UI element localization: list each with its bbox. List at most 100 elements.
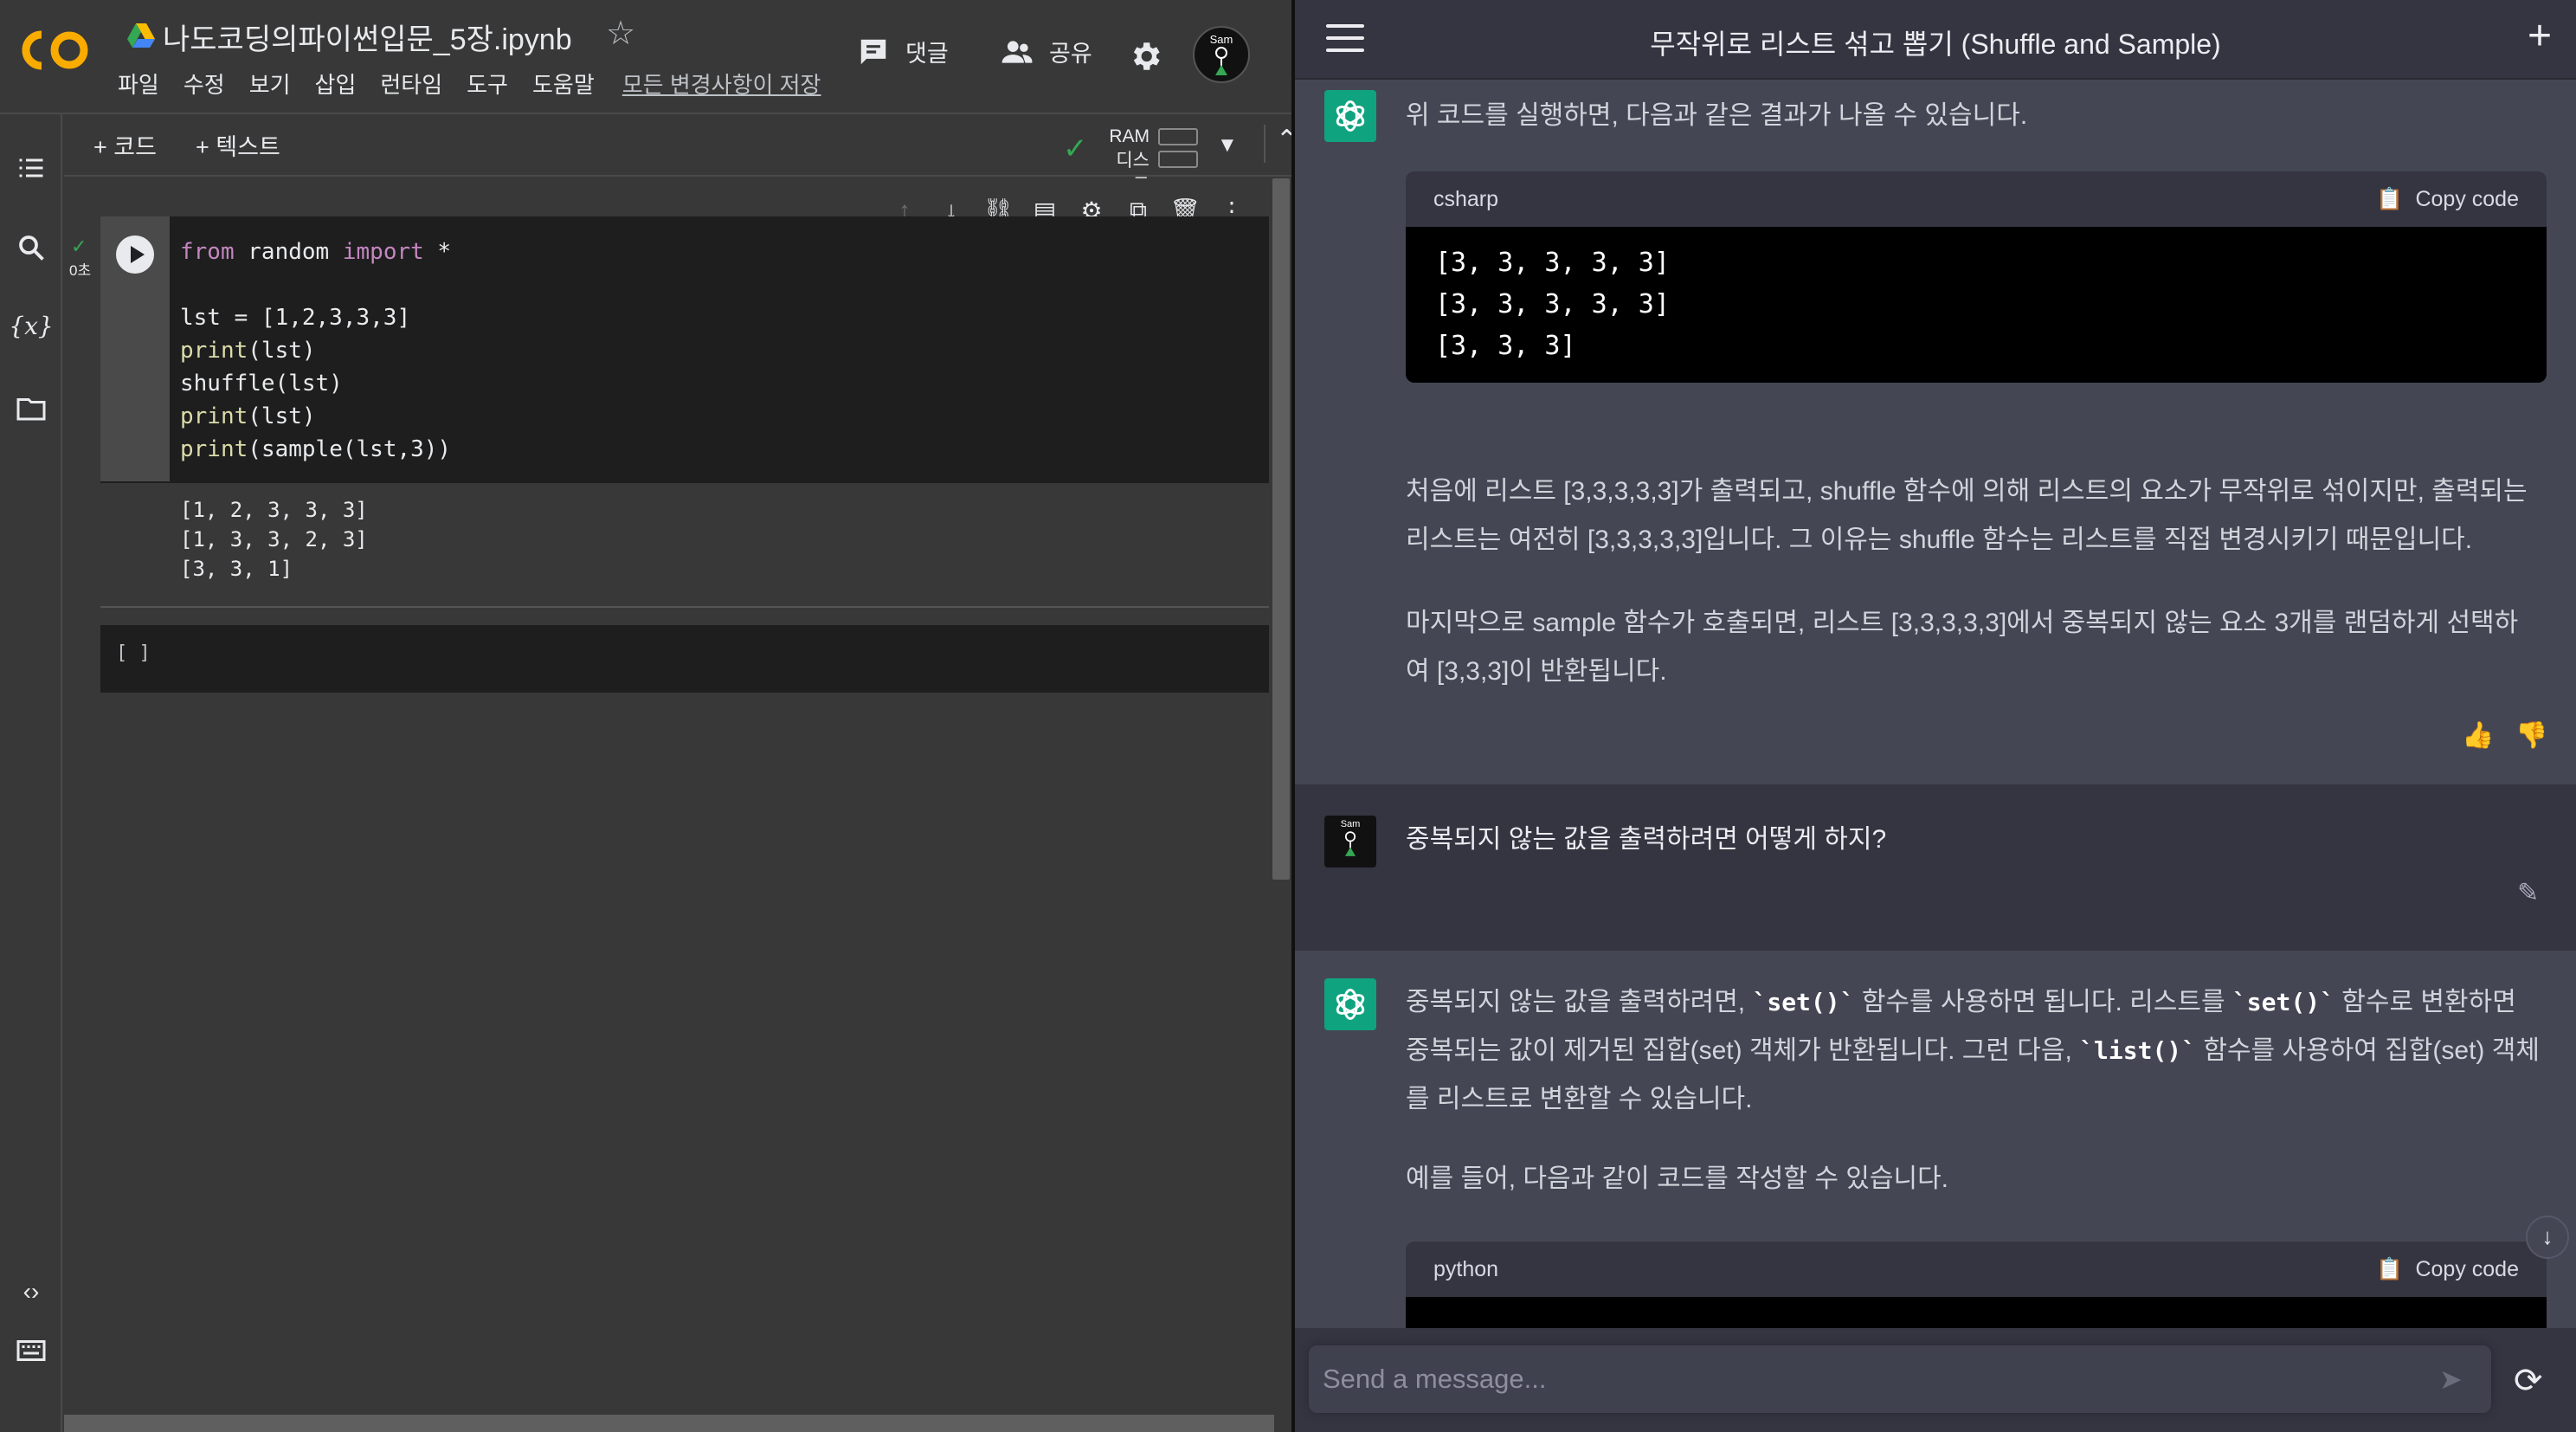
regenerate-icon[interactable]: ⟳ — [2514, 1361, 2543, 1401]
assistant-message: 중복되지 않는 값을 출력하려면, `set()` 함수를 사용하면 됩니다. … — [1295, 951, 2576, 1349]
resource-monitor[interactable]: ✓ RAM 디스크 ▼ — [1063, 123, 1245, 195]
empty-code-cell[interactable]: [ ] — [100, 625, 1269, 693]
notebook-vertical-scrollbar[interactable] — [1272, 178, 1290, 880]
avatar-label: Sam — [1209, 33, 1233, 46]
assistant-message: 위 코드를 실행하면, 다음과 같은 결과가 나올 수 있습니다. csharp… — [1295, 80, 2576, 784]
runtime-dropdown-icon[interactable]: ▼ — [1217, 133, 1238, 158]
save-status-link[interactable]: 모든 변경사항이 저장 — [622, 68, 821, 100]
code-token: (lst,3)) — [342, 436, 452, 462]
output-line: [1, 3, 3, 2, 3] — [180, 527, 368, 552]
variables-icon[interactable]: {x} — [9, 308, 53, 343]
chatgpt-logo-icon — [1324, 90, 1376, 142]
disk-usage-bar — [1158, 151, 1198, 168]
output-text: [1, 2, 3, 3, 3] [1, 3, 3, 2, 3] [3, 3, 1… — [180, 495, 368, 584]
google-drive-icon[interactable] — [126, 21, 156, 50]
menu-runtime[interactable]: 런타임 — [380, 68, 442, 100]
text-run: 함수를 사용하면 됩니다. 리스트를 — [1854, 988, 2232, 1016]
comment-button[interactable]: 댓글 — [857, 35, 949, 68]
message-input[interactable] — [1323, 1359, 2405, 1399]
code-token: random — [234, 239, 343, 265]
assistant-text: 처음에 리스트 [3,3,3,3,3]가 출력되고, shuffle 함수에 의… — [1406, 477, 2528, 554]
menu-help[interactable]: 도움말 — [532, 68, 595, 100]
code-token: sample — [261, 436, 343, 462]
ram-usage-bar — [1158, 128, 1198, 145]
assistant-text: 마지막으로 sample 함수가 호출되면, 리스트 [3,3,3,3,3]에서… — [1406, 609, 2519, 686]
scroll-to-bottom-button[interactable]: ↓ — [2526, 1216, 2569, 1259]
thumbs-up-icon[interactable]: 👍 — [2462, 720, 2494, 751]
code-language-label: csharp — [1433, 186, 1499, 211]
chatgpt-window: 무작위로 리스트 섞고 뽑기 (Shuffle and Sample) + 위 … — [1295, 0, 2576, 1432]
user-avatar[interactable]: Sam — [1193, 26, 1250, 83]
code-token: print — [180, 338, 248, 364]
share-button[interactable]: 공유 — [1001, 35, 1092, 68]
code-token: from — [180, 239, 235, 265]
colab-header: 나도코딩의파이썬입문_5장.ipynb ☆ 파일 수정 보기 삽입 런타임 도구… — [0, 0, 1291, 114]
copy-code-label: Copy code — [2415, 186, 2519, 211]
code-block-body: [3, 3, 3, 3, 3] [3, 3, 3, 3, 3] [3, 3, 3… — [1406, 227, 2547, 383]
comment-icon — [860, 39, 886, 64]
collapse-header-icon[interactable]: ⌃ — [1264, 125, 1291, 163]
user-avatar-label: Sam — [1340, 819, 1361, 829]
cell-output: [1, 2, 3, 3, 3] [1, 3, 3, 2, 3] [3, 3, 1… — [100, 483, 1269, 608]
code-line: shuffle(lst) — [180, 371, 343, 397]
message-composer: ➤ ⟳ — [1295, 1328, 2576, 1432]
new-chat-icon[interactable]: + — [2528, 16, 2552, 57]
code-block-header: python 📋 Copy code — [1406, 1242, 2547, 1297]
clipboard-icon: 📋 — [2376, 186, 2404, 211]
composer-box: ➤ — [1309, 1345, 2491, 1413]
notebook-toolbar: + 코드 + 텍스트 ✓ RAM 디스크 ▼ ⌃ — [64, 116, 1291, 195]
code-token: ( — [248, 436, 261, 462]
assistant-text: 위 코드를 실행하면, 다음과 같은 결과가 나올 수 있습니다. — [1406, 101, 2028, 130]
user-message: Sam 중복되지 않는 값을 출력하려면 어떻게 하지? ✎ — [1295, 784, 2576, 951]
text-run: 중복되지 않는 값을 출력하려면, — [1406, 988, 1753, 1016]
send-icon[interactable]: ➤ — [2439, 1363, 2463, 1396]
code-token: print — [180, 436, 248, 462]
copy-code-button[interactable]: 📋 Copy code — [2376, 187, 2519, 212]
code-token: import — [342, 239, 424, 265]
colab-logo[interactable] — [19, 26, 93, 74]
person-figure-icon — [1215, 47, 1227, 75]
settings-gear-icon[interactable] — [1127, 38, 1163, 74]
cell-gutter — [100, 216, 170, 481]
people-icon — [1001, 40, 1033, 63]
code-cell[interactable]: from random import * lst = [1,2,3,3,3] p… — [100, 216, 1269, 483]
execution-time: 0초 — [69, 262, 92, 279]
copy-code-label: Copy code — [2415, 1256, 2519, 1281]
share-label: 공유 — [1049, 41, 1092, 67]
ram-label: RAM — [1109, 126, 1150, 146]
connected-check-icon: ✓ — [1063, 132, 1088, 165]
menu-tools[interactable]: 도구 — [467, 68, 508, 100]
add-text-button[interactable]: + 텍스트 — [196, 128, 280, 162]
execution-success-icon: ✓ — [71, 235, 87, 257]
star-icon[interactable]: ☆ — [606, 17, 635, 50]
empty-cell-prompt: [ ] — [116, 642, 151, 664]
thumbs-down-icon[interactable]: 👎 — [2515, 720, 2547, 751]
folder-icon[interactable] — [14, 391, 48, 426]
colab-menubar: 파일 수정 보기 삽입 런타임 도구 도움말 모든 변경사항이 저장 — [118, 68, 845, 100]
menu-view[interactable]: 보기 — [249, 68, 291, 100]
code-language-label: python — [1433, 1256, 1499, 1281]
run-cell-button[interactable] — [116, 235, 154, 274]
code-block-header: csharp 📋 Copy code — [1406, 171, 2547, 227]
comment-label: 댓글 — [905, 41, 949, 67]
notebook-horizontal-scrollbar[interactable] — [64, 1415, 1274, 1432]
inline-code: `set()` — [1752, 988, 1855, 1016]
menu-edit[interactable]: 수정 — [184, 68, 225, 100]
output-line: [3, 3, 1] — [180, 557, 293, 581]
menu-file[interactable]: 파일 — [118, 68, 159, 100]
table-of-contents-icon[interactable] — [14, 151, 48, 185]
code-token: (lst) — [248, 338, 316, 364]
assistant-text: 예를 들어, 다음과 같이 코드를 작성할 수 있습니다. — [1406, 1164, 1949, 1193]
assistant-text: 중복되지 않는 값을 출력하려면, `set()` 함수를 사용하면 됩니다. … — [1406, 978, 2540, 1124]
code-block: csharp 📋 Copy code [3, 3, 3, 3, 3] [3, 3,… — [1406, 171, 2547, 383]
copy-code-button[interactable]: 📋 Copy code — [2376, 1257, 2519, 1282]
code-snippets-icon[interactable]: ‹› — [14, 1278, 48, 1306]
code-token: print — [180, 403, 248, 429]
edit-message-icon[interactable]: ✎ — [2517, 878, 2539, 908]
command-palette-icon[interactable] — [14, 1335, 48, 1372]
code-editor[interactable]: from random import * lst = [1,2,3,3,3] p… — [180, 235, 451, 466]
search-icon[interactable] — [14, 230, 48, 265]
menu-insert[interactable]: 삽입 — [315, 68, 357, 100]
add-code-button[interactable]: + 코드 — [93, 128, 157, 162]
notebook-title[interactable]: 나도코딩의파이썬입문_5장.ipynb — [163, 16, 572, 58]
